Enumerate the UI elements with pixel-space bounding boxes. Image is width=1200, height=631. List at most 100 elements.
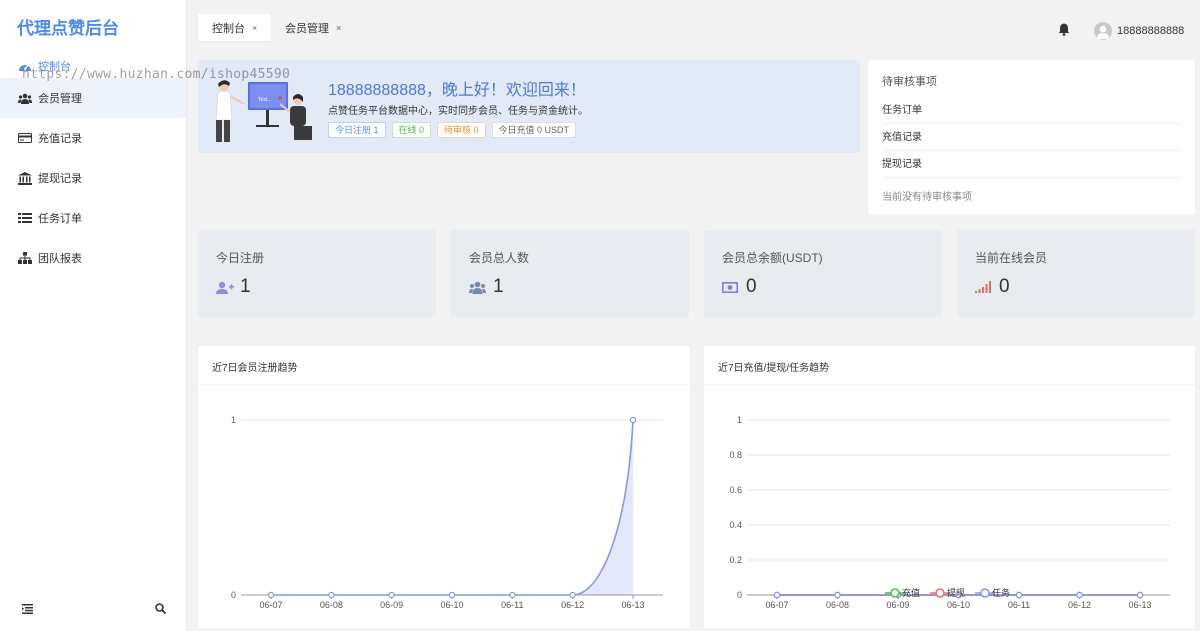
illustration-text: Text...: [258, 97, 271, 103]
y-tick-label: 1: [231, 415, 236, 425]
x-tick-label: 06-08: [320, 600, 343, 610]
data-point: [773, 591, 781, 599]
data-point: [509, 591, 516, 599]
data-point: [1015, 591, 1023, 599]
tag-online: 在线 0: [391, 122, 432, 138]
tag-today-register: 今日注册 1: [328, 122, 386, 138]
x-tick-label: 06-11: [501, 600, 523, 610]
legend-label: 充值: [902, 587, 920, 598]
data-point: [448, 591, 456, 599]
data-point: [267, 591, 275, 599]
x-tick-label: 06-08: [826, 600, 849, 610]
dashboard-icon: [18, 59, 32, 73]
sidebar-item-recharge[interactable]: 充值记录: [0, 118, 186, 158]
stat-value: 0: [999, 276, 1010, 297]
x-tick-label: 06-11: [1008, 600, 1030, 610]
money-bill-icon: [722, 280, 740, 294]
data-point: [328, 591, 335, 599]
pending-panel: 待审核事项 任务订单 充值记录 提现记录 当前没有待审核事项: [868, 60, 1195, 215]
x-tick-label: 06-13: [1128, 600, 1151, 610]
user-menu[interactable]: 18888888888: [1094, 22, 1184, 40]
y-tick-label: 0: [737, 590, 742, 600]
sidebar-item-label: 会员管理: [38, 93, 82, 105]
bell-icon[interactable]: [1058, 23, 1070, 39]
username: 18888888888: [1117, 25, 1185, 37]
tag-pending: 待审核 0: [437, 122, 486, 138]
sidebar-item-members[interactable]: 会员管理: [0, 78, 186, 118]
sidebar-item-label: 控制台: [38, 61, 71, 73]
stat-label: 会员总余额(USDT): [722, 251, 823, 265]
close-icon[interactable]: ×: [252, 23, 257, 33]
close-icon[interactable]: ×: [336, 23, 341, 33]
pending-empty-text: 当前没有待审核事项: [882, 192, 972, 203]
sidebar-item-task-orders[interactable]: 任务订单: [0, 198, 186, 238]
user-plus-icon: [216, 280, 234, 294]
chart-card-finance: 近7日充值/提现/任务趋势 0 0.2 0.4 0.6 0.8 1 06-07 06-08 06…: [704, 346, 1195, 628]
y-tick-label: 1: [737, 415, 742, 425]
welcome-greeting: 18888888888，晚上好！欢迎回来！: [328, 82, 586, 99]
brand-title: 代理点赞后台: [17, 19, 119, 38]
finance-chart: 0 0.2 0.4 0.6 0.8 1 06-07 06-08 06-09 06-10 06-11 0…: [729, 415, 1170, 610]
stat-value: 1: [493, 276, 504, 297]
series-area: [271, 420, 633, 595]
welcome-illustration: Text...: [215, 80, 318, 144]
y-tick-label: 0: [231, 590, 236, 600]
data-point: [629, 416, 637, 424]
stat-card-total-balance: 会员总余额(USDT) 0: [704, 230, 942, 317]
sidebar-footer: [0, 603, 186, 617]
pending-item[interactable]: 充值记录: [882, 124, 1181, 151]
sidebar-item-label: 提现记录: [38, 173, 82, 185]
stat-label: 当前在线会员: [975, 251, 1048, 265]
chart-card-registration: 近7日会员注册趋势 0 1 06-07 06-08 06-09 06-10 06-11 06-…: [198, 346, 690, 628]
legend-marker: [980, 588, 990, 598]
sidebar-item-label: 任务订单: [38, 213, 82, 225]
task-list-icon: [18, 211, 32, 225]
x-tick-label: 06-10: [440, 600, 463, 610]
sidebar-item-label: 团队报表: [38, 253, 82, 265]
tab-dashboard[interactable]: 控制台 ×: [198, 14, 272, 41]
welcome-subtitle: 点赞任务平台数据中心，实时同步会员、任务与资金统计。: [328, 106, 588, 117]
data-point: [834, 591, 841, 599]
tab-label: 控制台: [212, 22, 245, 35]
avatar: [1094, 22, 1112, 40]
sidebar-item-label: 充值记录: [38, 133, 82, 145]
menu-toggle-icon[interactable]: [22, 603, 33, 617]
data-point: [1076, 591, 1083, 599]
bank-icon: [18, 171, 32, 185]
welcome-banner: Text... 18888888888，晚上好！欢迎回来！ 点赞任务平台数据中心…: [198, 60, 860, 153]
tab-members[interactable]: 会员管理 ×: [271, 14, 355, 41]
stat-value: 1: [240, 276, 251, 297]
stat-card-today-register: 今日注册 1: [198, 230, 436, 317]
sidebar-item-team-report[interactable]: 团队报表: [0, 238, 186, 278]
series-line: [271, 419, 634, 596]
registration-chart: 0 1 06-07 06-08 06-09 06-10 06-11 06-12 06-13: [231, 415, 663, 610]
users-icon: [469, 280, 487, 294]
pending-item[interactable]: 提现记录: [882, 151, 1181, 178]
stat-label: 会员总人数: [469, 251, 530, 265]
data-point: [1136, 591, 1144, 599]
x-tick-label: 06-09: [380, 600, 403, 610]
pending-item[interactable]: 任务订单: [882, 97, 1181, 124]
y-tick-label: 0.4: [729, 520, 742, 530]
tag-today-recharge: 今日充值 0 USDT: [491, 122, 577, 138]
signal-bars-icon: [975, 280, 993, 294]
stat-card-total-members: 会员总人数 1: [451, 230, 689, 317]
y-tick-label: 0.6: [729, 485, 742, 495]
y-tick-label: 0.8: [729, 450, 742, 460]
data-point: [569, 591, 576, 599]
data-point: [388, 591, 395, 599]
sidebar-item-withdraw[interactable]: 提现记录: [0, 158, 186, 198]
x-tick-label: 06-07: [259, 600, 282, 610]
search-icon[interactable]: [155, 603, 167, 617]
y-tick-label: 0.2: [729, 555, 742, 565]
x-tick-label: 06-10: [947, 600, 970, 610]
x-tick-label: 06-12: [1068, 600, 1091, 610]
legend-marker: [890, 588, 900, 598]
sidebar-item-dashboard[interactable]: 控制台: [0, 48, 186, 78]
legend-label: 任务: [992, 587, 1010, 598]
stat-label: 今日注册: [216, 251, 265, 265]
summary-tags: 今日注册 1 在线 0 待审核 0 今日充值 0 USDT: [328, 122, 577, 138]
pending-title: 待审核事项: [882, 76, 937, 88]
users-icon: [18, 91, 32, 105]
sitemap-icon: [18, 251, 32, 265]
